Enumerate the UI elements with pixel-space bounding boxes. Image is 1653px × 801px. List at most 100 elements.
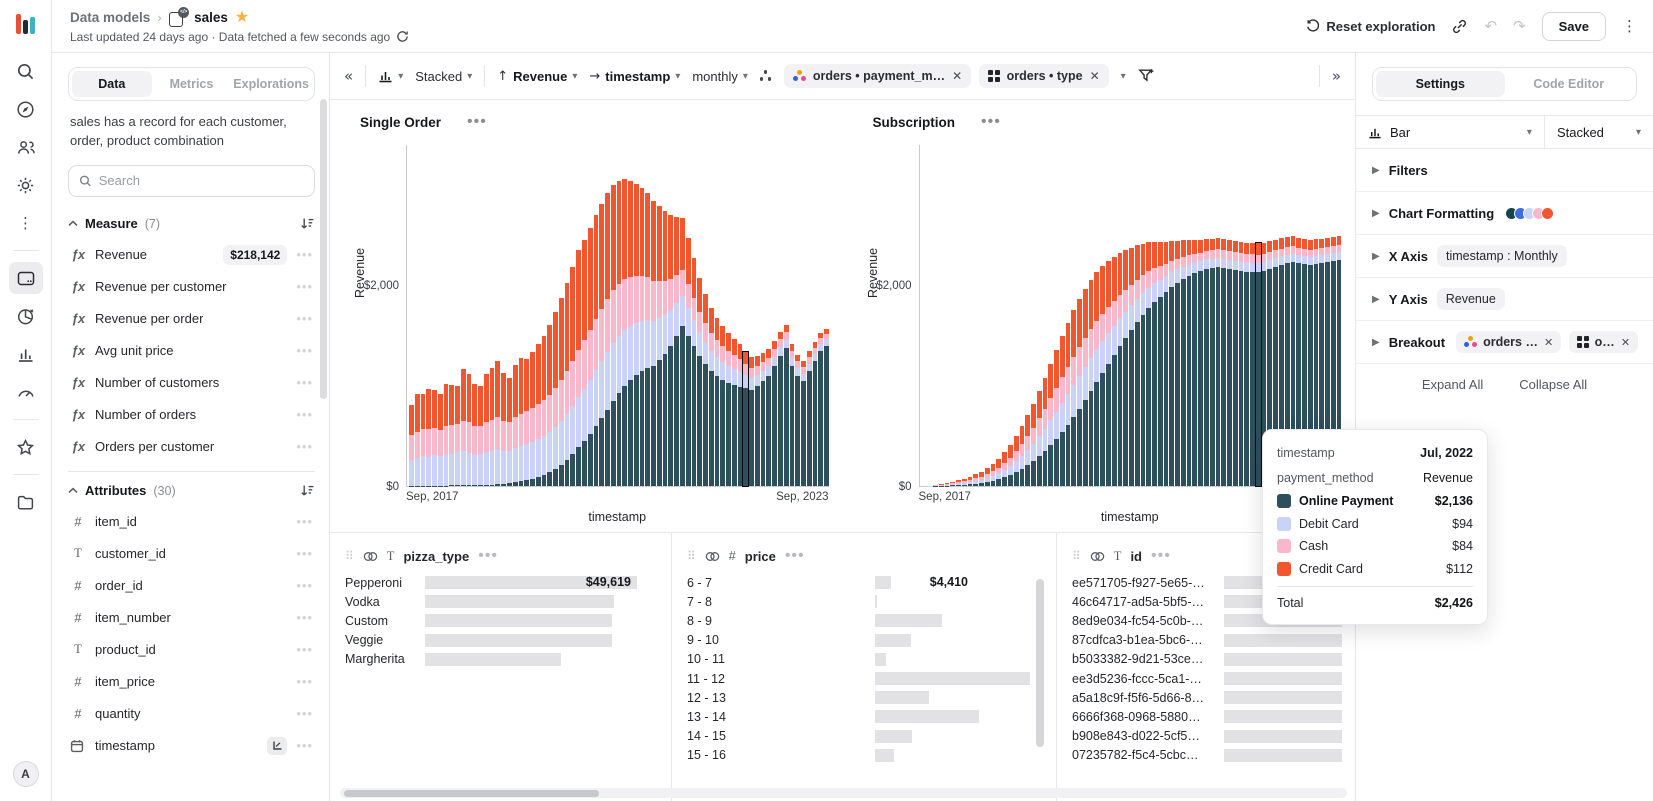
- row-menu-icon[interactable]: •••: [296, 279, 313, 294]
- bar[interactable]: [1031, 404, 1036, 486]
- measure-row[interactable]: ƒxNumber of orders•••: [68, 399, 315, 431]
- bar[interactable]: [495, 361, 500, 486]
- app-logo-icon[interactable]: [16, 14, 35, 34]
- bar-chart-icon[interactable]: [9, 338, 43, 370]
- redo-icon[interactable]: ↷: [1513, 17, 1526, 35]
- sort-field-button[interactable]: ↑Revenue▾: [497, 69, 577, 84]
- panel-tab-settings[interactable]: Settings: [1376, 71, 1505, 97]
- bar[interactable]: [617, 181, 622, 486]
- bar[interactable]: [1100, 266, 1105, 486]
- pie-chart-icon[interactable]: [9, 300, 43, 332]
- bar[interactable]: [622, 179, 627, 486]
- attribute-row[interactable]: timestamp•••: [68, 730, 315, 762]
- attributes-section-header[interactable]: Attributes (30): [68, 476, 315, 506]
- collapse-all-link[interactable]: Collapse All: [1519, 377, 1587, 392]
- bar[interactable]: [421, 394, 426, 486]
- bar[interactable]: [991, 464, 996, 487]
- measure-row[interactable]: ƒxAvg unit price•••: [68, 335, 315, 367]
- bar[interactable]: [1089, 280, 1094, 486]
- attribute-row[interactable]: #item_id•••: [68, 506, 315, 538]
- drag-handle-icon[interactable]: ⠿: [1072, 549, 1081, 563]
- table-row[interactable]: Veggie: [345, 631, 671, 650]
- bar[interactable]: [570, 267, 575, 486]
- bar[interactable]: [1002, 452, 1007, 486]
- bar[interactable]: [594, 215, 599, 486]
- workbook-icon[interactable]: [9, 262, 43, 294]
- bar[interactable]: [507, 378, 512, 486]
- chart-type-select[interactable]: Bar ▾: [1356, 116, 1545, 148]
- plot-area[interactable]: [406, 145, 829, 487]
- stack-mode-button[interactable]: Stacked▾: [415, 69, 472, 84]
- bar[interactable]: [461, 369, 466, 486]
- explore-compass-icon[interactable]: [9, 93, 43, 125]
- folder-icon[interactable]: [9, 486, 43, 518]
- sidebar-scrollbar[interactable]: [320, 99, 327, 399]
- table-row[interactable]: Margherita: [345, 650, 671, 669]
- row-menu-icon[interactable]: •••: [296, 674, 313, 689]
- row-menu-icon[interactable]: •••: [296, 546, 313, 561]
- more-kebab-icon[interactable]: ⋮: [9, 207, 43, 239]
- bar[interactable]: [807, 351, 812, 486]
- sidebar-tab-data[interactable]: Data: [72, 71, 152, 97]
- refresh-icon[interactable]: [396, 30, 409, 43]
- bar[interactable]: [1233, 241, 1238, 486]
- bar[interactable]: [1129, 248, 1134, 486]
- favorites-star-icon[interactable]: [9, 431, 43, 463]
- save-button[interactable]: Save: [1542, 12, 1606, 41]
- bar[interactable]: [818, 333, 823, 486]
- y-axis-pill[interactable]: Revenue: [1437, 288, 1505, 310]
- bar[interactable]: [996, 459, 1001, 487]
- bar[interactable]: [813, 342, 818, 486]
- user-avatar[interactable]: A: [13, 761, 39, 787]
- drag-handle-icon[interactable]: ⠿: [687, 549, 696, 563]
- bar[interactable]: [1008, 445, 1013, 486]
- granularity-button[interactable]: monthly▾: [692, 69, 748, 84]
- bar[interactable]: [542, 336, 547, 486]
- expand-right-icon[interactable]: »: [1332, 67, 1341, 85]
- bar[interactable]: [1123, 250, 1128, 486]
- row-menu-icon[interactable]: •••: [296, 642, 313, 657]
- bar[interactable]: [749, 357, 754, 486]
- bar[interactable]: [1175, 241, 1180, 486]
- sidebar-tab-metrics[interactable]: Metrics: [152, 71, 232, 97]
- bar[interactable]: [1221, 239, 1226, 486]
- search-input[interactable]: [99, 173, 304, 188]
- vertical-scrollbar-thumb[interactable]: [1036, 579, 1044, 747]
- attribute-row[interactable]: Tproduct_id•••: [68, 634, 315, 666]
- table-row[interactable]: Pepperoni$49,619: [345, 573, 671, 592]
- bar[interactable]: [1077, 299, 1082, 486]
- table-row[interactable]: b908e843-d022-5cf5…: [1072, 727, 1355, 746]
- bar[interactable]: [588, 228, 593, 486]
- add-filter-icon[interactable]: [1138, 68, 1155, 84]
- table-row[interactable]: 07235782-f5c4-5cbc…: [1072, 746, 1355, 765]
- bar[interactable]: [692, 258, 697, 486]
- bar[interactable]: [1071, 310, 1076, 486]
- bar[interactable]: [536, 344, 541, 486]
- breakout-pill[interactable]: orders …✕: [1456, 331, 1561, 353]
- bar[interactable]: [651, 201, 656, 486]
- search-icon[interactable]: [9, 55, 43, 87]
- bar[interactable]: [1204, 239, 1209, 486]
- bar[interactable]: [761, 353, 766, 487]
- attribute-row[interactable]: #order_id•••: [68, 570, 315, 602]
- table-row[interactable]: ee3d5236-fccc-5ca1-…: [1072, 669, 1355, 688]
- bar[interactable]: [795, 355, 800, 486]
- bar[interactable]: [732, 339, 737, 486]
- collapse-chevron-icon[interactable]: [68, 487, 78, 494]
- bar[interactable]: [426, 389, 431, 486]
- bar[interactable]: [490, 368, 495, 486]
- bar[interactable]: [1043, 378, 1048, 487]
- bar[interactable]: [968, 477, 973, 486]
- section-y-axis[interactable]: ▶Y Axis Revenue: [1356, 278, 1653, 321]
- bar[interactable]: [513, 365, 518, 486]
- panel-tab-code-editor[interactable]: Code Editor: [1505, 71, 1634, 97]
- bar[interactable]: [1192, 240, 1197, 486]
- bar[interactable]: [973, 474, 978, 486]
- chart-menu-icon[interactable]: •••: [467, 113, 487, 131]
- measure-section-header[interactable]: Measure (7): [68, 209, 315, 239]
- table-row[interactable]: 6666f368-0968-5880…: [1072, 707, 1355, 726]
- bar[interactable]: [524, 359, 529, 486]
- bar[interactable]: [1198, 240, 1203, 487]
- bar[interactable]: [738, 344, 743, 486]
- bar[interactable]: [755, 356, 760, 487]
